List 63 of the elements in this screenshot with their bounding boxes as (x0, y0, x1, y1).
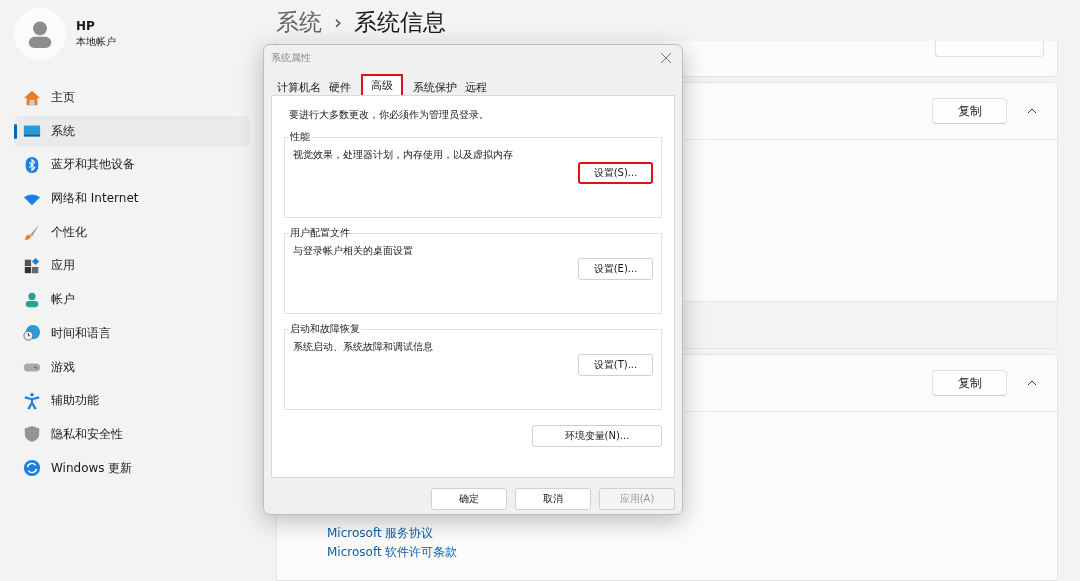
nav-label: 主页 (51, 89, 75, 106)
dialog-button[interactable]: 确定 (431, 488, 507, 510)
settings-button[interactable]: 设置(S)... (578, 162, 653, 184)
accessibility-icon (23, 391, 41, 410)
nav-item[interactable]: 时间和语言 (14, 317, 250, 349)
home-icon (23, 88, 41, 107)
nav-label: Windows 更新 (51, 459, 133, 477)
nav-label: 隐私和安全性 (51, 425, 123, 443)
nav-item[interactable]: 隐私和安全性 (14, 418, 250, 450)
close-icon[interactable] (660, 52, 672, 64)
person-icon (26, 20, 54, 48)
group-title: 用户配置文件 (289, 226, 351, 240)
nav-label: 个性化 (51, 223, 87, 241)
nav-item[interactable]: 蓝牙和其他设备 (14, 149, 250, 181)
link[interactable]: Microsoft 软件许可条款 (327, 544, 458, 561)
tab[interactable]: 系统保护 (409, 77, 461, 95)
nav-item[interactable]: 应用 (14, 250, 250, 282)
group-description: 系统启动、系统故障和调试信息 (293, 340, 434, 354)
apps-icon (23, 256, 41, 275)
nav-item[interactable]: 帐户 (14, 284, 250, 316)
group-description: 视觉效果，处理器计划，内存使用，以及虚拟内存 (293, 148, 514, 162)
account-type: 本地帐户 (76, 35, 116, 49)
refresh-icon (23, 459, 41, 478)
nav-item[interactable]: 游戏 (14, 351, 250, 383)
nav-item[interactable]: 主页 (14, 82, 250, 113)
environment-variables-button[interactable]: 环境变量(N)... (532, 425, 662, 447)
dialog-title: 系统属性 (271, 51, 311, 65)
nav-item[interactable]: Windows 更新 (14, 452, 250, 484)
tab[interactable]: 计算机名 (273, 77, 325, 95)
nav-label: 应用 (51, 257, 75, 275)
nav-label: 辅助功能 (51, 392, 99, 410)
nav-label: 游戏 (51, 358, 75, 376)
shield-icon (23, 425, 41, 444)
nav-label: 网络和 Internet (51, 190, 139, 208)
nav-label: 系统 (51, 122, 75, 140)
link[interactable]: Microsoft 服务协议 (327, 525, 434, 542)
rename-button[interactable] (935, 41, 1044, 57)
nav-label: 蓝牙和其他设备 (51, 156, 135, 174)
bluetooth-icon (23, 155, 41, 174)
tab[interactable]: 硬件 (325, 77, 355, 95)
nav-label: 时间和语言 (51, 324, 111, 342)
settings-button[interactable]: 设置(E)... (578, 258, 653, 280)
dialog-button[interactable]: 取消 (515, 488, 591, 510)
copy-button[interactable]: 复制 (932, 98, 1007, 124)
person-icon (23, 290, 41, 309)
copy-button[interactable]: 复制 (932, 370, 1007, 396)
tab[interactable]: 远程 (461, 77, 491, 95)
globe-clock-icon (23, 324, 41, 343)
breadcrumb-parent[interactable]: 系统 (276, 6, 322, 38)
notice-text: 要进行大多数更改，你必须作为管理员登录。 (289, 108, 490, 122)
group-title: 启动和故障恢复 (289, 322, 361, 336)
tab[interactable]: 高级 (361, 74, 403, 95)
nav-item[interactable]: 网络和 Internet (14, 183, 250, 215)
nav-item[interactable]: 系统 (14, 115, 250, 147)
nav-label: 帐户 (51, 291, 75, 309)
nav-item[interactable]: 个性化 (14, 216, 250, 248)
group-description: 与登录帐户相关的桌面设置 (293, 244, 414, 258)
settings-button[interactable]: 设置(T)... (578, 354, 653, 376)
breadcrumb-separator: › (334, 10, 342, 34)
group-title: 性能 (289, 130, 311, 144)
account-name: HP (76, 19, 96, 33)
page-title: 系统信息 (354, 7, 446, 37)
nav-item[interactable]: 辅助功能 (14, 385, 250, 417)
